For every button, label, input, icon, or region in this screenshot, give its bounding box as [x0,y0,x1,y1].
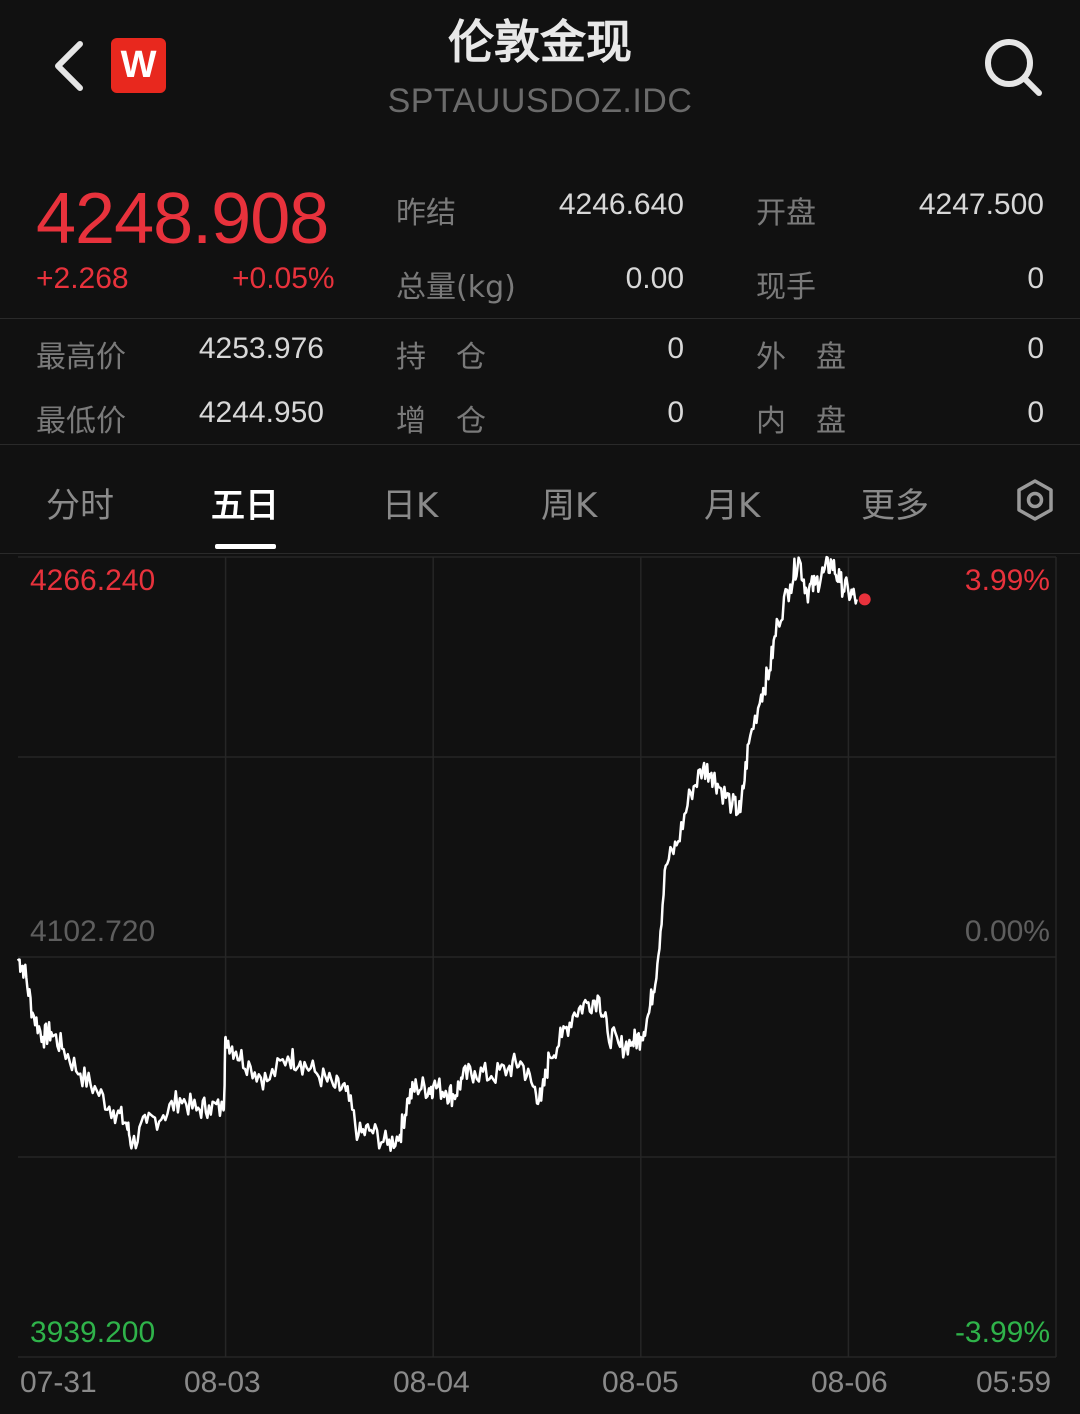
current-hand-label: 现手 [756,270,816,305]
price-change-percent: +0.05% [232,262,335,295]
chart-settings-button[interactable] [1013,478,1057,522]
inner-label: 内 盘 [756,404,846,439]
divider [0,318,1080,319]
divider [0,444,1080,445]
tab-more[interactable]: 更多 [861,478,929,527]
x-axis-label: 08-06 [811,1366,888,1399]
price-change: +2.268 [36,262,129,295]
settings-icon [1017,479,1053,521]
tab-five-day[interactable]: 五日 [211,478,279,527]
tab-monthly-k[interactable]: 月K [704,478,760,527]
chart-grid [18,556,1057,1358]
symbol-code: SPTAUUSDOZ.IDC [387,82,693,120]
outer-label: 外 盘 [756,340,846,375]
x-axis-label: 08-04 [393,1366,470,1399]
high-value: 4253.976 [198,332,324,365]
y-axis-top-label: 4266.240 [30,564,156,597]
pct-axis-bottom-label: -3.99% [954,1316,1050,1349]
current-price: 4248.908 [36,179,329,259]
volume-value: 0.00 [625,262,684,295]
y-axis-mid-label: 4102.720 [30,915,156,948]
high-label: 最高价 [36,340,126,375]
position-label: 持 仓 [396,340,486,375]
prev-close-value: 4246.640 [558,188,684,221]
current-hand-value: 0 [1027,262,1044,295]
low-value: 4244.950 [198,396,324,429]
search-button[interactable] [982,36,1044,98]
x-axis-label: 08-05 [602,1366,679,1399]
divider [0,553,1080,554]
open-value: 4247.500 [918,188,1044,221]
low-label: 最低价 [36,404,126,439]
open-label: 开盘 [756,196,816,231]
x-axis-label: 07-31 [20,1366,97,1399]
five-day-price-chart[interactable] [0,555,1080,1414]
inner-value: 0 [1027,396,1044,429]
tab-weekly-k[interactable]: 周K [541,478,597,527]
y-axis-bottom-label: 3939.200 [30,1316,156,1349]
search-icon [985,39,1042,96]
x-axis-label: 08-03 [184,1366,261,1399]
position-value: 0 [667,332,684,365]
outer-value: 0 [1027,332,1044,365]
price-line [16,555,858,1152]
active-tab-indicator [215,544,276,549]
tab-intraday[interactable]: 分时 [46,478,114,527]
pct-axis-mid-label: 0.00% [964,915,1050,948]
increase-label: 增 仓 [396,404,486,439]
x-axis-label: 05:59 [976,1366,1052,1399]
page-title: 伦敦金现 [448,15,632,69]
increase-value: 0 [667,396,684,429]
tab-daily-k[interactable]: 日K [382,478,438,527]
pct-axis-top-label: 3.99% [964,564,1050,597]
volume-label: 总量(kg) [396,270,516,305]
prev-close-label: 昨结 [396,196,456,231]
